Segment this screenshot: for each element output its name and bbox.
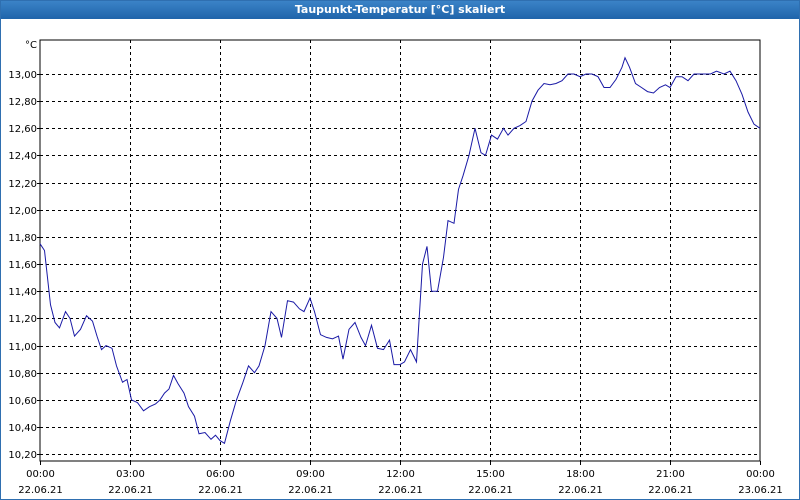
x-tick-date-label: 22.06.21 <box>378 485 423 496</box>
y-tick-label: 11,80 <box>8 233 37 244</box>
y-axis-unit-label: °C <box>25 40 37 51</box>
x-tick-time-label: 06:00 <box>206 469 235 480</box>
x-tick-time-label: 03:00 <box>116 469 145 480</box>
x-tick-date-label: 22.06.21 <box>108 485 153 496</box>
y-tick-label: 11,20 <box>8 314 37 325</box>
y-tick-label: 12,40 <box>8 151 37 162</box>
x-tick-time-label: 18:00 <box>566 469 595 480</box>
y-tick-label: 13,00 <box>8 70 37 81</box>
x-tick-date-label: 22.06.21 <box>288 485 333 496</box>
x-tick-time-label: 12:00 <box>386 469 415 480</box>
x-tick-date-label: 23.06.21 <box>738 485 783 496</box>
y-tick-label: 12,60 <box>8 124 37 135</box>
y-tick-label: 10,40 <box>8 423 37 434</box>
y-tick-label: 12,20 <box>8 179 37 190</box>
y-tick-label: 10,60 <box>8 396 37 407</box>
dew-point-chart: °C 13,00 12,80 12,60 12,40 12,20 12,00 11,80 11… <box>8 39 783 496</box>
y-tick-label: 11,40 <box>8 287 37 298</box>
y-tick-label: 11,00 <box>8 342 37 353</box>
x-tick-date-label: 22.06.21 <box>558 485 603 496</box>
x-tick-date-label: 22.06.21 <box>198 485 243 496</box>
y-tick-label: 12,00 <box>8 206 37 217</box>
x-tick-time-label: 09:00 <box>296 469 325 480</box>
x-tick-time-label: 00:00 <box>26 469 55 480</box>
x-tick-date-label: 22.06.21 <box>18 485 63 496</box>
y-tick-label: 10,20 <box>8 450 37 461</box>
y-tick-label: 11,60 <box>8 260 37 271</box>
x-tick-time-label: 00:00 <box>746 469 775 480</box>
y-tick-label: 12,80 <box>8 97 37 108</box>
x-tick-time-label: 21:00 <box>656 469 685 480</box>
y-tick-label: 10,80 <box>8 369 37 380</box>
x-tick-time-label: 15:00 <box>476 469 505 480</box>
x-tick-date-label: 22.06.21 <box>468 485 513 496</box>
x-tick-date-label: 22.06.21 <box>648 485 693 496</box>
